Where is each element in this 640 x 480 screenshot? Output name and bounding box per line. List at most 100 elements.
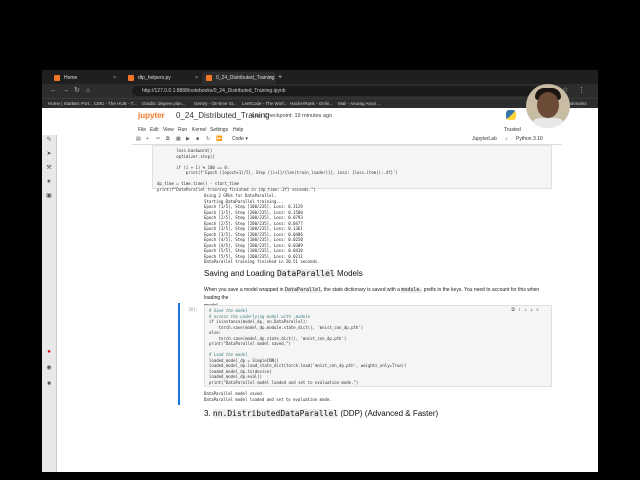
cut-icon[interactable]: ✂ (156, 135, 160, 144)
camera-icon[interactable]: ■ (45, 380, 53, 388)
close-icon[interactable]: × (269, 72, 272, 84)
jupyter-favicon-icon (206, 75, 212, 81)
jupyter-favicon-icon (128, 75, 134, 81)
star-icon[interactable]: ★ (45, 178, 53, 186)
cell-type-label: Code (232, 136, 244, 142)
tab-label: dtp_helpers.py (138, 75, 171, 81)
heading-code: DataParallel (276, 269, 335, 278)
url-text: http://127.0.0.1:8888/notebooks/0_24_Dis… (142, 88, 286, 94)
output-line: Epoch [5/5], Step [200/235], Loss: 0.021… (204, 253, 303, 259)
menu-bar: File Edit View Run Kernel Settings Help … (42, 126, 598, 135)
heading-ddp: 3. nn.DistributedDataParallel (DDP) (Adv… (204, 409, 438, 418)
tool-icon[interactable]: ⚒ (45, 164, 53, 172)
code-line: if isinstance(model_dp, nn.DataParallel)… (209, 319, 308, 324)
code-line: loss.backward() (157, 148, 213, 153)
close-icon[interactable]: × (113, 72, 116, 84)
browser-toolbar: ← → ↻ ⌂ http://127.0.0.1:8888/notebooks/… (42, 84, 598, 98)
copy-icon[interactable]: ⧉ (166, 135, 170, 144)
tab-label: 0_24_Distributed_Training (216, 75, 275, 81)
cube-icon[interactable]: ▣ (45, 192, 53, 200)
cell-prompt: [8]: (188, 307, 198, 312)
mic-icon[interactable]: ◉ (45, 364, 53, 372)
cell-toolbar[interactable]: ⧉ ↑ ↓ ⊥ ✕ (511, 307, 539, 314)
fast-forward-icon[interactable]: ⏩ (216, 135, 222, 144)
home-icon[interactable]: ⌂ (86, 86, 90, 96)
inline-code: module. (401, 287, 423, 293)
menu-file[interactable]: File (138, 126, 146, 135)
output-line: Epoch [2/5], Step [200/235], Loss: 0.047… (204, 220, 303, 226)
output-line: Epoch [4/5], Step [200/235], Loss: 0.030… (204, 242, 303, 248)
code-cell-training[interactable]: loss.backward() optimizer.step() if (i +… (152, 145, 552, 192)
code-line: # access the underlying model with .modu… (209, 313, 311, 319)
code-line: torch.save(model_dp.state_dict(), 'mnist… (209, 335, 347, 341)
stop-icon[interactable]: ■ (196, 135, 199, 144)
menu-settings[interactable]: Settings (210, 126, 228, 135)
code-line: dp_time = time.time() - start_time (157, 181, 239, 186)
active-cell-indicator (178, 303, 180, 405)
output-line: Epoch [3/5], Step [100/235], Loss: 0.136… (204, 226, 303, 231)
code-cell-save-load[interactable]: ⧉ ↑ ↓ ⊥ ✕ # Save the model # access the u… (204, 305, 552, 387)
back-icon[interactable]: ← (50, 86, 57, 96)
tab-home[interactable]: Home × (50, 72, 120, 84)
reload-icon[interactable]: ↻ (74, 86, 80, 96)
tab-distributed-training[interactable]: 0_24_Distributed_Training × (202, 72, 276, 84)
tab-dtp-helpers[interactable]: dtp_helpers.py × (124, 72, 202, 84)
cursor-icon[interactable]: ➤ (45, 150, 53, 158)
jupyter-header: jupyter 0_24_Distributed_Training Last C… (42, 108, 598, 126)
notebook-content: loss.backward() optimizer.step() if (i +… (132, 145, 562, 472)
heading-text: (DDP) (Advanced & Faster) (338, 409, 439, 418)
output-training: Using 2 GPUs for DataParallel. Starting … (204, 193, 320, 265)
output-line: DataParallel model loaded and set to eva… (204, 396, 332, 402)
code-line: loaded_model_dp.eval() (209, 374, 262, 379)
address-bar[interactable]: http://127.0.0.1:8888/notebooks/0_24_Dis… (132, 86, 552, 96)
browser-window: Home × dtp_helpers.py × 0_24_Distributed… (42, 70, 598, 472)
add-cell-icon[interactable]: + (146, 135, 149, 144)
close-icon[interactable]: × (195, 72, 198, 84)
menu-edit[interactable]: Edit (150, 126, 159, 135)
code-line: loaded_model_dp = SimpleCNN() (209, 357, 279, 363)
output-line: DataParallel model saved. (204, 391, 265, 396)
jupyter-logo: jupyter (138, 111, 165, 120)
heading-saving-loading: Saving and Loading DataParallel Models (204, 269, 363, 278)
menu-view[interactable]: View (163, 126, 174, 135)
jupyter-favicon-icon (54, 75, 60, 81)
menu-kernel[interactable]: Kernel (192, 126, 206, 135)
checkpoint-status: Last Checkpoint: 19 minutes ago (252, 113, 333, 119)
code-line: if (i + 1) % 100 == 0: (157, 164, 230, 170)
code-line: print("DataParallel model saved.") (209, 341, 291, 346)
heading-text: Saving and Loading (204, 269, 277, 278)
code-line: optimizer.step() (157, 153, 215, 159)
menu-run[interactable]: Run (178, 126, 187, 135)
tab-strip: Home × dtp_helpers.py × 0_24_Distributed… (42, 70, 598, 84)
tab-label: Home (64, 75, 78, 81)
save-icon[interactable]: ▤ (136, 135, 141, 144)
code-line: print(f'Epoch [{epoch+1}/5], Step [{i+1}… (157, 170, 398, 175)
restart-icon[interactable]: ↻ (206, 135, 210, 144)
forward-icon[interactable]: → (62, 86, 69, 96)
record-icon[interactable]: ● (45, 348, 53, 356)
python-logo-icon (506, 110, 516, 120)
code-line: print(f"DataParallel training finished i… (157, 186, 316, 192)
code-line: print("DataParallel model loaded and set… (209, 379, 359, 385)
cell-type-select[interactable]: Code ▾ (232, 135, 248, 144)
inline-code: DataParallel (284, 287, 322, 293)
code-line: # Save the model (209, 308, 248, 313)
left-dock: ✎ ➤ ⚒ ★ ▣ ● ◉ ■ (42, 108, 57, 472)
plus-icon[interactable]: + (278, 72, 282, 84)
text-run: , the state dictionary is saved with a (321, 287, 402, 293)
webcam-overlay (526, 84, 570, 128)
trusted-indicator[interactable]: Trusted (504, 126, 521, 135)
output-line: DataParallel training finished in 20.51 … (204, 259, 320, 264)
code-line: torch.save(model_dp.module.state_dict(),… (209, 324, 364, 330)
code-line: loaded_model_dp.to(device) (209, 368, 272, 374)
output-line: Using 2 GPUs for DataParallel. (204, 193, 277, 198)
heading-code: nn.DistributedDataParallel (212, 409, 339, 418)
jupyterlab-link[interactable]: JupyterLab (472, 135, 497, 144)
menu-icon[interactable]: ⋮ (578, 86, 585, 96)
bug-icon[interactable]: ☼ (504, 135, 509, 144)
paste-icon[interactable]: ▦ (176, 135, 181, 144)
output-line: Epoch [5/5], Step [100/235], Loss: 0.041… (204, 248, 303, 253)
menu-help[interactable]: Help (233, 126, 243, 135)
pen-icon[interactable]: ✎ (45, 136, 53, 144)
run-icon[interactable]: ▶ (186, 135, 190, 144)
